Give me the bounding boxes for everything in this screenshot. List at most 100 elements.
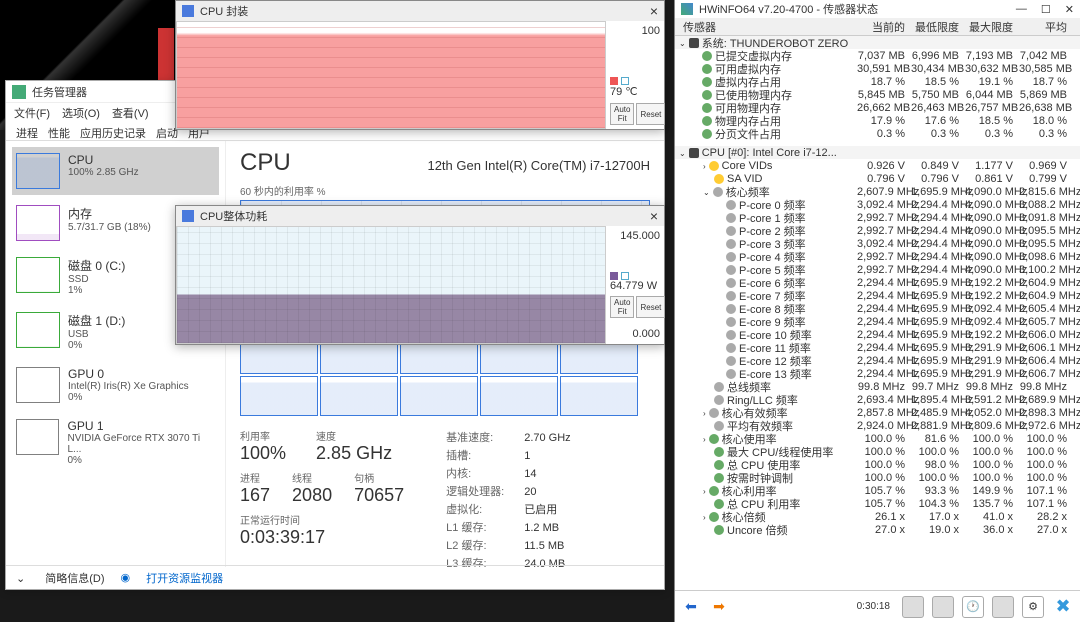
power-chart[interactable] <box>176 226 606 344</box>
sensor-value: 99.8 MHz <box>965 381 1019 393</box>
sensor-value: 2,606.4 MHz <box>1019 355 1073 367</box>
sidebar-item-gpu-0[interactable]: GPU 0 Intel(R) Iris(R) Xe Graphics 0% <box>12 361 219 409</box>
column-headers[interactable]: 传感器 当前的 最低限度 最大限度 平均 <box>675 18 1080 36</box>
sensor-value: 107.1 % <box>1019 498 1073 510</box>
sensor-icon <box>709 512 719 522</box>
core-chart-grid[interactable] <box>240 334 650 416</box>
resource-monitor-link[interactable]: 打开资源监视器 <box>146 570 223 586</box>
close-button[interactable]: ✖ <box>1052 596 1074 618</box>
sensor-value: 1.177 V <box>965 160 1019 172</box>
sensor-row[interactable]: Uncore 倍频27.0 x19.0 x36.0 x27.0 x <box>675 523 1080 536</box>
nav-back-icon[interactable]: ⬅ <box>681 597 701 617</box>
spec-label: 逻辑处理器: <box>446 484 522 500</box>
sensor-value: 41.0 x <box>965 511 1019 523</box>
sensor-value: 99.7 MHz <box>911 381 965 393</box>
tab-history[interactable]: 应用历史记录 <box>76 123 150 140</box>
sensor-value: 6,044 MB <box>965 89 1019 101</box>
core-7-chart[interactable] <box>400 376 478 416</box>
menu-options[interactable]: 选项(O) <box>62 105 100 121</box>
sensor-value: 1,695.9 MHz <box>911 290 965 302</box>
window-titlebar[interactable]: CPU 封装 × <box>176 1 664 21</box>
collapse-icon[interactable] <box>16 571 29 584</box>
col-current[interactable]: 当前的 <box>857 19 911 35</box>
col-avg[interactable]: 平均 <box>1019 19 1073 35</box>
autofit-button[interactable]: Auto Fit <box>610 296 634 318</box>
core-6-chart[interactable] <box>320 376 398 416</box>
add-icon[interactable] <box>992 596 1014 618</box>
mini-chart <box>16 205 60 241</box>
sensor-value: 0.849 V <box>911 160 965 172</box>
window-title: CPU 封装 <box>200 3 248 19</box>
sidebar-item-gpu-1[interactable]: GPU 1 NVIDIA GeForce RTX 3070 Ti L... 0% <box>12 413 219 472</box>
cpu-power-graph-window[interactable]: CPU整体功耗 × 145.000 64.779 W Auto Fit Rese… <box>175 205 665 345</box>
clock-icon[interactable]: 🕐 <box>962 596 984 618</box>
sensor-icon <box>702 77 712 87</box>
sensor-value: 105.7 % <box>857 485 911 497</box>
col-sensor[interactable]: 传感器 <box>675 19 857 35</box>
sensor-value: 1,695.9 MHz <box>911 186 965 198</box>
sensor-value: 3,100.2 MHz <box>1019 264 1073 276</box>
sidebar-item-cpu[interactable]: CPU 100% 2.85 GHz <box>12 147 219 195</box>
maximize-icon[interactable]: ☐ <box>1041 3 1051 16</box>
sensor-value: 3,591.2 MHz <box>965 394 1019 406</box>
sensor-value: 0.3 % <box>1019 128 1073 140</box>
sensor-value: 27.0 x <box>857 524 911 536</box>
sensor-tree[interactable]: 系统: THUNDEROBOT ZERO已提交虚拟内存7,037 MB6,996… <box>675 36 1080 590</box>
tab-processes[interactable]: 进程 <box>12 123 42 140</box>
sensor-icon <box>726 213 736 223</box>
temp-chart[interactable] <box>176 21 606 129</box>
sensor-value: 93.3 % <box>911 485 965 497</box>
sensor-row[interactable]: Core VIDs0.926 V0.849 V1.177 V0.969 V <box>675 159 1080 172</box>
sensor-icon <box>689 148 699 158</box>
reset-button[interactable]: Reset <box>636 103 665 125</box>
sensor-value: 100.0 % <box>857 459 911 471</box>
minimize-icon[interactable]: — <box>1016 3 1027 16</box>
expand-icon[interactable] <box>703 160 706 172</box>
sensor-value: 2,294.4 MHz <box>857 316 911 328</box>
brief-link[interactable]: 简略信息(D) <box>45 570 104 586</box>
sensor-value: 100.0 % <box>965 459 1019 471</box>
sensor-value: 1,895.4 MHz <box>911 394 965 406</box>
item-sub: NVIDIA GeForce RTX 3070 Ti L... <box>67 433 215 455</box>
sensor-value: 2,294.4 MHz <box>857 342 911 354</box>
scale-max: 145.000 <box>610 230 660 242</box>
spec-row: 基准速度:2.70 GHz <box>446 430 571 446</box>
sensor-row[interactable]: CPU [#0]: Intel Core i7-12... <box>675 146 1080 159</box>
core-5-chart[interactable] <box>240 376 318 416</box>
expand-icon[interactable] <box>679 147 686 159</box>
sensor-value: 17.9 % <box>857 115 911 127</box>
spec-label: L1 缓存: <box>446 520 522 536</box>
core-9-chart[interactable] <box>560 376 638 416</box>
util-label: 利用率 <box>240 428 286 443</box>
reset-button[interactable]: Reset <box>636 296 665 318</box>
sensor-value: 18.7 % <box>857 76 911 88</box>
sensor-value: 3,809.6 MHz <box>965 420 1019 432</box>
close-icon[interactable]: ✕ <box>1065 3 1074 16</box>
nav-fwd-icon[interactable]: ➡ <box>709 597 729 617</box>
util-value: 100% <box>240 443 286 464</box>
monitor-icon[interactable] <box>902 596 924 618</box>
cpu-package-graph-window[interactable]: CPU 封装 × 100 79 ℃ Auto Fit Reset <box>175 0 665 130</box>
core-8-chart[interactable] <box>480 376 558 416</box>
close-icon[interactable]: × <box>650 208 658 224</box>
sensor-icon <box>726 265 736 275</box>
menu-view[interactable]: 查看(V) <box>112 105 149 121</box>
sensor-value: 2,605.7 MHz <box>1019 316 1073 328</box>
item-name: 磁盘 1 (D:) <box>68 312 125 329</box>
col-max[interactable]: 最大限度 <box>965 19 1019 35</box>
sensor-value: 4,090.0 MHz <box>965 264 1019 276</box>
sensor-row[interactable]: 分页文件占用0.3 %0.3 %0.3 %0.3 % <box>675 127 1080 140</box>
log-icon[interactable] <box>932 596 954 618</box>
close-icon[interactable]: × <box>650 3 658 19</box>
menu-file[interactable]: 文件(F) <box>14 105 50 121</box>
window-titlebar[interactable]: CPU整体功耗 × <box>176 206 664 226</box>
settings-icon[interactable]: ⚙ <box>1022 596 1044 618</box>
sensor-value: 5,869 MB <box>1019 89 1073 101</box>
tab-performance[interactable]: 性能 <box>44 123 74 140</box>
autofit-button[interactable]: Auto Fit <box>610 103 634 125</box>
sensor-value: 99.8 MHz <box>1019 381 1073 393</box>
uptime-label: 正常运行时间 <box>240 512 404 527</box>
col-min[interactable]: 最低限度 <box>911 19 965 35</box>
window-titlebar[interactable]: HWiNFO64 v7.20-4700 - 传感器状态 — ☐ ✕ <box>675 0 1080 18</box>
spec-value: 14 <box>524 466 570 482</box>
